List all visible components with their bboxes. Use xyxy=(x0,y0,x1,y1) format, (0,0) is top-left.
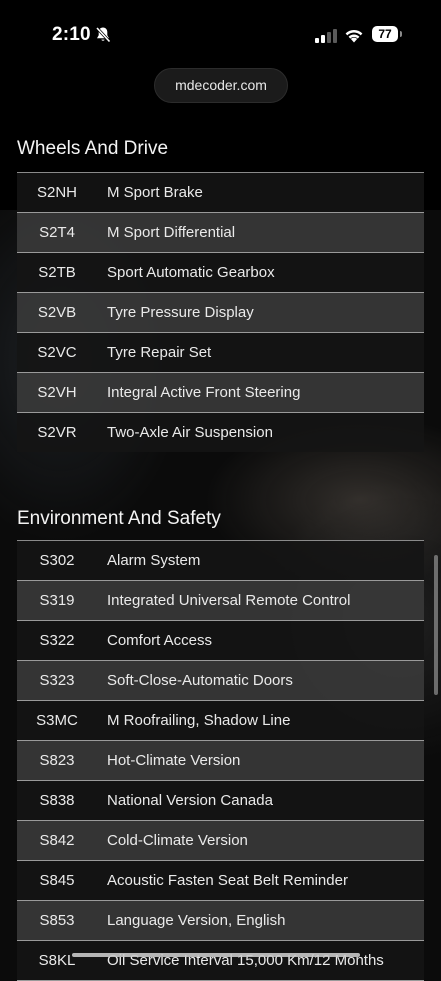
option-code: S2VH xyxy=(37,384,77,401)
option-label: M Sport Brake xyxy=(107,184,203,201)
option-label: Soft-Close-Automatic Doors xyxy=(107,672,293,689)
option-label: Hot-Climate Version xyxy=(107,752,241,769)
section-title-environment-and-safety: Environment And Safety xyxy=(17,508,221,529)
battery-icon: 77 xyxy=(372,26,398,42)
options-table-environment-and-safety: S302 Alarm System S319 Integrated Univer… xyxy=(17,540,424,981)
option-code: S8KL xyxy=(38,952,76,969)
option-label: Two-Axle Air Suspension xyxy=(107,424,273,441)
table-row[interactable]: S8KL Oil Service Interval 15,000 Km/12 M… xyxy=(17,941,424,981)
option-label: Sport Automatic Gearbox xyxy=(107,264,275,281)
option-label: Tyre Repair Set xyxy=(107,344,212,361)
option-code: S853 xyxy=(39,912,75,929)
option-label: Integrated Universal Remote Control xyxy=(107,592,351,609)
battery-tip xyxy=(400,31,402,37)
table-row[interactable]: S2TB Sport Automatic Gearbox xyxy=(17,253,424,293)
option-code: S2VR xyxy=(37,424,77,441)
option-code: S823 xyxy=(39,752,75,769)
option-label: M Sport Differential xyxy=(107,224,236,241)
option-code: S842 xyxy=(39,832,75,849)
signal-icon xyxy=(315,29,337,43)
table-row[interactable]: S2VC Tyre Repair Set xyxy=(17,333,424,373)
scrollbar[interactable] xyxy=(434,555,438,695)
option-code: S845 xyxy=(39,872,75,889)
table-row[interactable]: S845 Acoustic Fasten Seat Belt Reminder xyxy=(17,861,424,901)
option-label: Cold-Climate Version xyxy=(107,832,248,849)
table-row[interactable]: S2VR Two-Axle Air Suspension xyxy=(17,413,424,452)
option-label: Integral Active Front Steering xyxy=(107,384,301,401)
option-label: Acoustic Fasten Seat Belt Reminder xyxy=(107,872,348,889)
table-row[interactable]: S322 Comfort Access xyxy=(17,621,424,661)
option-code: S323 xyxy=(39,672,75,689)
url-bar[interactable]: mdecoder.com xyxy=(154,68,288,103)
table-row[interactable]: S319 Integrated Universal Remote Control xyxy=(17,581,424,621)
section-title-wheels-and-drive: Wheels And Drive xyxy=(17,138,169,159)
option-code: S2VC xyxy=(37,344,77,361)
option-code: S2T4 xyxy=(39,224,75,241)
option-label: Language Version, English xyxy=(107,912,286,929)
table-row[interactable]: S2VB Tyre Pressure Display xyxy=(17,293,424,333)
table-row[interactable]: S2VH Integral Active Front Steering xyxy=(17,373,424,413)
options-table-wheels-and-drive: S2NH M Sport Brake S2T4 M Sport Differen… xyxy=(17,172,424,452)
option-code: S302 xyxy=(39,552,75,569)
option-label: Comfort Access xyxy=(107,632,213,649)
option-label: M Roofrailing, Shadow Line xyxy=(107,712,291,729)
table-row[interactable]: S842 Cold-Climate Version xyxy=(17,821,424,861)
table-row[interactable]: S302 Alarm System xyxy=(17,541,424,581)
wifi-icon xyxy=(345,29,363,43)
option-code: S838 xyxy=(39,792,75,809)
option-code: S2TB xyxy=(38,264,76,281)
option-code: S319 xyxy=(39,592,75,609)
option-code: S2VB xyxy=(37,304,77,321)
table-row[interactable]: S2T4 M Sport Differential xyxy=(17,213,424,253)
table-row[interactable]: S823 Hot-Climate Version xyxy=(17,741,424,781)
table-row[interactable]: S853 Language Version, English xyxy=(17,901,424,941)
option-label: Oil Service Interval 15,000 Km/12 Months xyxy=(107,952,384,969)
table-row[interactable]: S323 Soft-Close-Automatic Doors xyxy=(17,661,424,701)
option-code: S322 xyxy=(39,632,75,649)
table-row[interactable]: S838 National Version Canada xyxy=(17,781,424,821)
bell-slash-icon xyxy=(95,26,111,43)
option-label: Tyre Pressure Display xyxy=(107,304,254,321)
option-code: S2NH xyxy=(36,184,77,201)
option-label: Alarm System xyxy=(107,552,201,569)
status-time: 2:10 xyxy=(52,24,91,45)
status-bar: 2:10 77 xyxy=(0,0,441,60)
option-label: National Version Canada xyxy=(107,792,273,809)
table-row[interactable]: S2NH M Sport Brake xyxy=(17,173,424,213)
home-indicator[interactable] xyxy=(72,953,360,957)
option-code: S3MC xyxy=(36,712,78,729)
table-row[interactable]: S3MC M Roofrailing, Shadow Line xyxy=(17,701,424,741)
